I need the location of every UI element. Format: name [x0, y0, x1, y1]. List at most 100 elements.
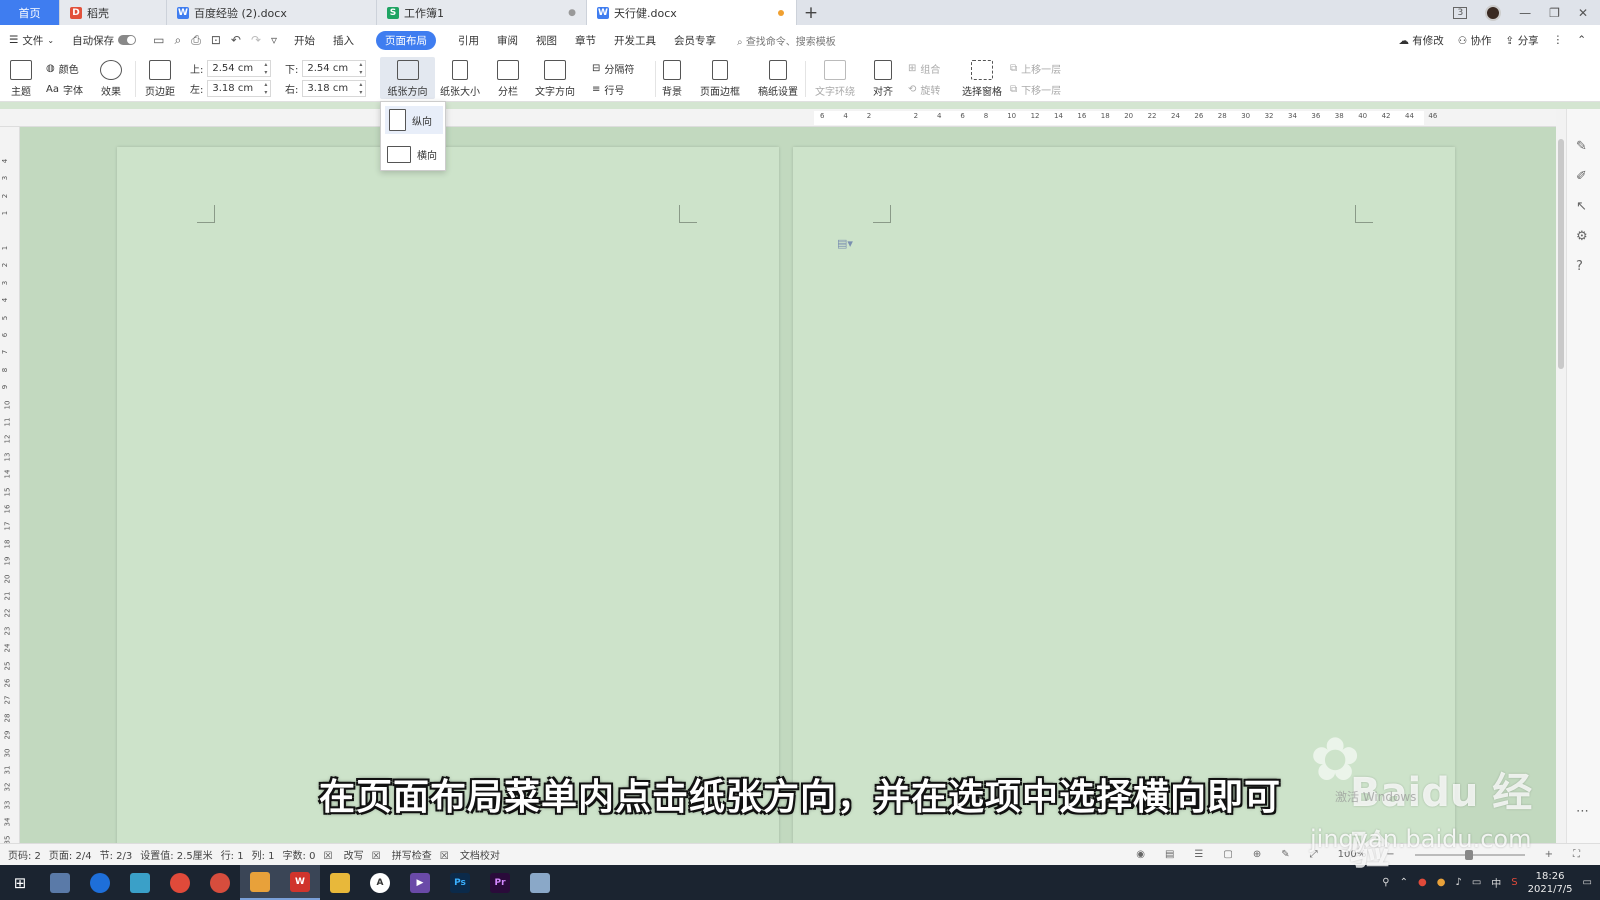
taskbar-app[interactable]: ▶: [400, 865, 440, 900]
menu-section[interactable]: 章节: [566, 25, 605, 55]
taskbar-app[interactable]: [80, 865, 120, 900]
status-section[interactable]: 节: 2/3: [100, 847, 133, 862]
save-icon[interactable]: ▭: [153, 33, 164, 48]
taskbar-app[interactable]: [160, 865, 200, 900]
chevron-up-icon[interactable]: ⌃: [1400, 877, 1408, 888]
group-button[interactable]: ⊞ 组合: [908, 61, 940, 76]
line-numbers-button[interactable]: ≡ 行号: [592, 82, 624, 97]
breaks-button[interactable]: ⊟ 分隔符: [592, 61, 634, 76]
style-icon[interactable]: ✎: [1576, 139, 1587, 154]
write-view-icon[interactable]: ✎: [1281, 849, 1289, 860]
pen-icon[interactable]: ✐: [1576, 169, 1587, 184]
ime-indicator[interactable]: 中: [1491, 875, 1501, 890]
background-button[interactable]: 背景: [662, 60, 682, 98]
taskbar-app[interactable]: [520, 865, 560, 900]
print-icon[interactable]: ⎙: [191, 33, 201, 48]
customize-icon[interactable]: ▿: [271, 33, 277, 48]
menu-view[interactable]: 视图: [527, 25, 566, 55]
status-proofread[interactable]: ☒ 文档校对: [440, 847, 500, 862]
orientation-portrait-option[interactable]: 纵向: [385, 106, 443, 134]
tray-app-icon[interactable]: ●: [1437, 877, 1446, 888]
scrollbar-thumb[interactable]: [1558, 139, 1564, 369]
avatar[interactable]: [1485, 4, 1502, 21]
print-preview-icon[interactable]: ⊡: [211, 33, 221, 48]
menu-member[interactable]: 会员专享: [665, 25, 725, 55]
settings-sliders-icon[interactable]: ⚙: [1576, 229, 1588, 244]
start-button[interactable]: ⊞: [0, 865, 40, 900]
bottom-margin-field[interactable]: 下: 2.54 cm: [285, 60, 367, 77]
taskbar-app[interactable]: A: [360, 865, 400, 900]
taskbar-app[interactable]: [120, 865, 160, 900]
close-window-icon[interactable]: ✕: [1578, 6, 1588, 20]
left-margin-field[interactable]: 左: 3.18 cm: [190, 80, 272, 97]
tab-active-doc[interactable]: W 天行健.docx: [587, 0, 797, 25]
color-button[interactable]: ◍ 颜色: [46, 61, 79, 76]
collaborate-button[interactable]: ⚇ 协作: [1458, 33, 1492, 48]
format-painter-icon[interactable]: ⌕: [174, 33, 181, 48]
paste-options-icon[interactable]: ▤▾: [837, 237, 853, 250]
tray-app-icon[interactable]: ●: [1418, 877, 1427, 888]
taskbar-app[interactable]: [320, 865, 360, 900]
bring-forward-button[interactable]: ⧉ 上移一层: [1010, 61, 1061, 76]
tab-daoke[interactable]: D 稻壳: [60, 0, 167, 25]
close-icon[interactable]: ●: [568, 8, 576, 18]
vertical-scrollbar[interactable]: [1556, 109, 1566, 843]
status-pages[interactable]: 页面: 2/4: [49, 847, 92, 862]
taskbar-app[interactable]: [40, 865, 80, 900]
menu-page-layout[interactable]: 页面布局: [363, 25, 449, 55]
pointer-icon[interactable]: ↖: [1576, 199, 1587, 214]
right-margin-field[interactable]: 右: 3.18 cm: [285, 80, 367, 97]
collapse-ribbon-icon[interactable]: ⌃: [1577, 34, 1586, 46]
margins-button[interactable]: 页边距: [145, 60, 175, 98]
notification-icon[interactable]: ▭: [1583, 877, 1592, 888]
read-view-icon[interactable]: ▢: [1223, 849, 1232, 860]
modified-button[interactable]: ☁ 有修改: [1398, 33, 1443, 48]
selection-pane-button[interactable]: 选择窗格: [962, 60, 1002, 98]
fullscreen-icon[interactable]: ⛶: [1573, 849, 1580, 860]
menu-insert[interactable]: 插入: [324, 25, 363, 55]
orientation-landscape-option[interactable]: 横向: [385, 140, 443, 168]
page-left[interactable]: [117, 147, 779, 843]
file-menu[interactable]: ☰ 文件 ⌄: [0, 25, 63, 55]
menu-start[interactable]: 开始: [285, 25, 324, 55]
taskbar-app-wps[interactable]: W: [280, 865, 320, 900]
eye-protection-icon[interactable]: ◉: [1136, 849, 1145, 860]
top-margin-input[interactable]: 2.54 cm: [207, 60, 272, 77]
status-word-count[interactable]: 字数: 0: [283, 847, 316, 862]
people-icon[interactable]: ⚲: [1382, 877, 1389, 888]
status-spell-check[interactable]: ☒ 拼写检查: [372, 847, 432, 862]
taskbar-app[interactable]: [240, 865, 280, 900]
tab-workbook[interactable]: S 工作簿1 ●: [377, 0, 587, 25]
send-backward-button[interactable]: ⧉ 下移一层: [1010, 82, 1061, 97]
volume-icon[interactable]: ♪: [1455, 877, 1461, 888]
right-margin-input[interactable]: 3.18 cm: [302, 80, 367, 97]
redo-icon[interactable]: ↷: [251, 33, 261, 48]
outline-view-icon[interactable]: ☰: [1194, 849, 1203, 860]
status-page-number[interactable]: 页码: 2: [8, 847, 41, 862]
text-direction-button[interactable]: 文字方向: [535, 60, 575, 98]
share-button[interactable]: ⇪ 分享: [1506, 33, 1539, 48]
wrap-text-button[interactable]: 文字环绕: [815, 60, 855, 98]
web-view-icon[interactable]: ⊕: [1253, 849, 1261, 860]
network-icon[interactable]: ▭: [1472, 877, 1481, 888]
more-icon[interactable]: ⋮: [1553, 34, 1564, 46]
restore-icon[interactable]: ❐: [1549, 6, 1560, 20]
undo-icon[interactable]: ↶: [231, 33, 241, 48]
bottom-margin-input[interactable]: 2.54 cm: [302, 60, 367, 77]
command-search[interactable]: ⌕ 查找命令、搜索模板: [725, 33, 836, 48]
menu-developer[interactable]: 开发工具: [605, 25, 665, 55]
theme-button[interactable]: 主题: [10, 60, 32, 98]
autosave-toggle[interactable]: 自动保存: [63, 25, 145, 55]
font-button[interactable]: Aa 字体: [46, 82, 83, 97]
page-view-icon[interactable]: ▤: [1165, 849, 1174, 860]
taskbar-app[interactable]: [200, 865, 240, 900]
horizontal-ruler[interactable]: 6 4 2 2 4 6 8 10 12 14 16 18 20 22 24 26 28 30 32 34 36 38 40 4…: [0, 109, 1556, 127]
left-margin-input[interactable]: 3.18 cm: [207, 80, 272, 97]
sogou-icon[interactable]: S: [1511, 877, 1517, 888]
menu-review[interactable]: 审阅: [488, 25, 527, 55]
page-border-button[interactable]: 页面边框: [700, 60, 740, 98]
help-icon[interactable]: ?: [1576, 259, 1583, 274]
tab-home[interactable]: 首页: [0, 0, 60, 25]
columns-button[interactable]: 分栏: [497, 60, 519, 98]
vertical-ruler[interactable]: 4 3 2 1 1 2 3 4 5 6 7 8 9 10 11 12 13 14 15 16 17 18 19 20 21 22 2…: [0, 127, 20, 844]
